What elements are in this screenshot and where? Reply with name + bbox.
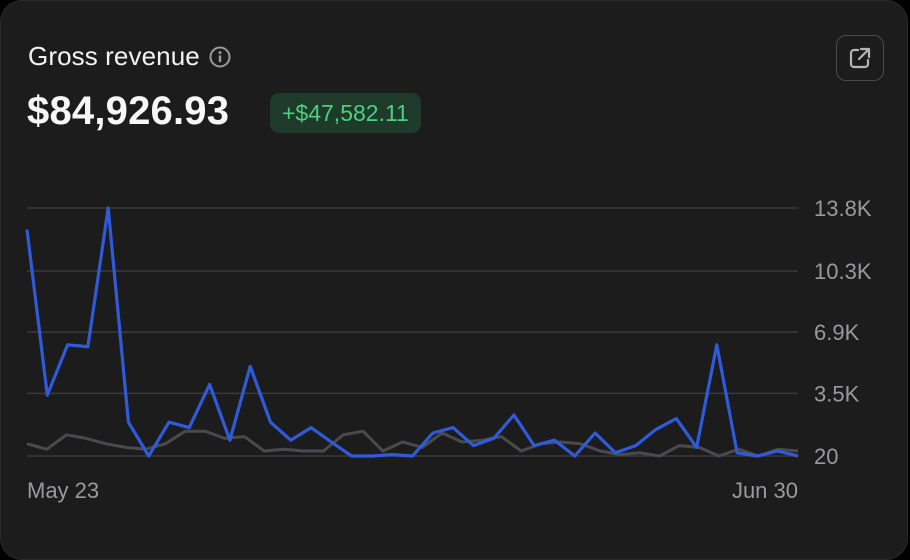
info-icon[interactable] <box>209 46 231 68</box>
y-tick-label: 3.5K <box>814 381 860 406</box>
gross-revenue-total: $84,926.93 <box>27 89 230 133</box>
gross-revenue-card: Gross revenue $84,926.93 +$47,582.11 13.… <box>0 0 908 560</box>
revenue-line-chart: 13.8K 10.3K 6.9K 3.5K 20 May 23 Jun 30 <box>25 196 872 503</box>
y-tick-label: 13.8K <box>814 196 872 221</box>
x-tick-end: Jun 30 <box>732 478 798 503</box>
x-tick-start: May 23 <box>27 478 99 503</box>
y-tick-label: 20 <box>814 444 838 469</box>
card-title: Gross revenue <box>28 41 200 71</box>
card-header: Gross revenue <box>28 41 231 72</box>
revenue-change-badge: +$47,582.11 <box>270 93 421 133</box>
y-tick-label: 10.3K <box>814 259 872 284</box>
y-tick-label: 6.9K <box>814 320 860 345</box>
external-link-icon <box>849 47 871 69</box>
open-report-button[interactable] <box>836 35 884 81</box>
